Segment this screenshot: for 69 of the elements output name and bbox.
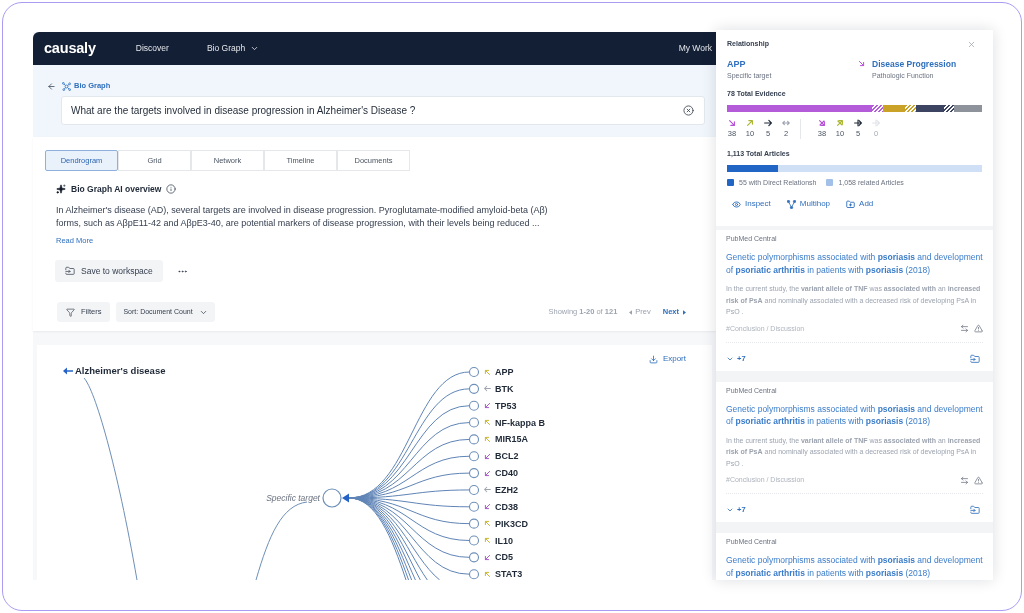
tree-node[interactable] [468,366,480,378]
node-label: Specific target [266,492,320,504]
node-label: PIK3CD [495,517,528,530]
tree-node[interactable] [468,434,480,445]
article-title[interactable]: Genetic polymorphisms associated with psoriasis and development of psoriatic arthritis in patients with psoriasis (2018) [726,554,983,579]
logo[interactable]: causaly [44,41,96,56]
download-icon [648,354,658,364]
search-field[interactable]: What are the targets involved in disease progression in Alzheimer's Disease ? [61,96,705,125]
folder-icon[interactable] [970,505,980,515]
tree-node[interactable] [468,468,480,479]
left-arrow-icon [63,367,73,375]
entity-link[interactable]: APP [727,58,746,70]
tree-node[interactable] [468,417,480,428]
entity-link[interactable]: Disease Progression [872,58,957,70]
article-title[interactable]: Genetic polymorphisms associated with psoriasis and development of psoriatic arthritis in patients with psoriasis (2018) [726,251,983,276]
double-arrow-icon[interactable] [960,475,969,485]
filter-icon [66,307,75,317]
node-label: BCL2 [495,450,519,463]
tree-node[interactable] [468,535,480,546]
caret-left-icon [629,309,633,315]
double-arrow-icon[interactable] [960,324,969,333]
tree-node[interactable] [322,488,342,508]
folder-plus-icon [846,199,856,209]
close-icon[interactable] [967,39,976,49]
caret-right-icon [683,309,686,315]
nav-item[interactable]: Bio Graph [206,42,260,55]
node-label: BTK [495,382,514,395]
clear-icon[interactable] [683,105,694,116]
tree-node[interactable] [468,552,480,563]
back-arrow-icon[interactable] [47,81,56,91]
node-label: MIR15A [495,433,528,446]
nodes-icon [786,199,796,209]
nav-item[interactable]: My Work [678,42,712,55]
warning-icon[interactable] [974,475,983,485]
overview-title: Bio Graph AI overview [71,182,162,196]
node-label: Alzheimer's disease [75,365,166,377]
tree-node[interactable] [468,383,480,394]
sparkle-icon [56,184,66,194]
article-title[interactable]: Genetic polymorphisms associated with psoriasis and development of psoriatic arthritis in patients with psoriasis (2018) [726,402,983,428]
action-button[interactable]: Multihop [786,198,831,210]
nav-item[interactable]: Discover [135,42,169,55]
action-button[interactable]: Inspect [732,198,771,210]
node-label: EZH2 [495,483,518,496]
warning-icon[interactable] [974,324,983,333]
chevron-down-icon [250,44,260,53]
tree-node[interactable] [468,451,480,462]
folder-icon [65,266,75,276]
eye-icon [732,199,741,209]
tree-node[interactable] [468,518,480,529]
chevron-down-icon [726,506,734,514]
graph-icon [62,81,71,91]
tree-node[interactable] [468,569,480,580]
tree-node[interactable] [468,501,480,512]
node-label: IL10 [495,534,513,547]
action-button[interactable]: Add [846,198,874,210]
node-label: STAT3 [495,568,523,580]
overview-text: In Alzheimer's disease (AD), several targets are involved in disease progression. Pyroglutamate-modified amyloid-beta (Aβ) forms, such as AβpE11-42 and AβpE3-40, are potential markers of disease progression, with their levels being reduced ... [56,204,549,230]
tree-node[interactable] [468,400,480,411]
node-label: TP53 [495,399,517,412]
tree-node[interactable] [468,484,480,495]
node-label: NF-kappa B [495,416,545,429]
node-label: CD38 [495,500,518,513]
export-button[interactable]: Export [648,353,686,365]
save-button[interactable]: Save to workspace [55,260,163,282]
node-label: APP [495,366,514,378]
node-label: CD40 [495,467,518,480]
info-icon[interactable] [166,184,177,194]
folder-icon[interactable] [970,353,980,364]
node-label: CD5 [495,551,513,564]
